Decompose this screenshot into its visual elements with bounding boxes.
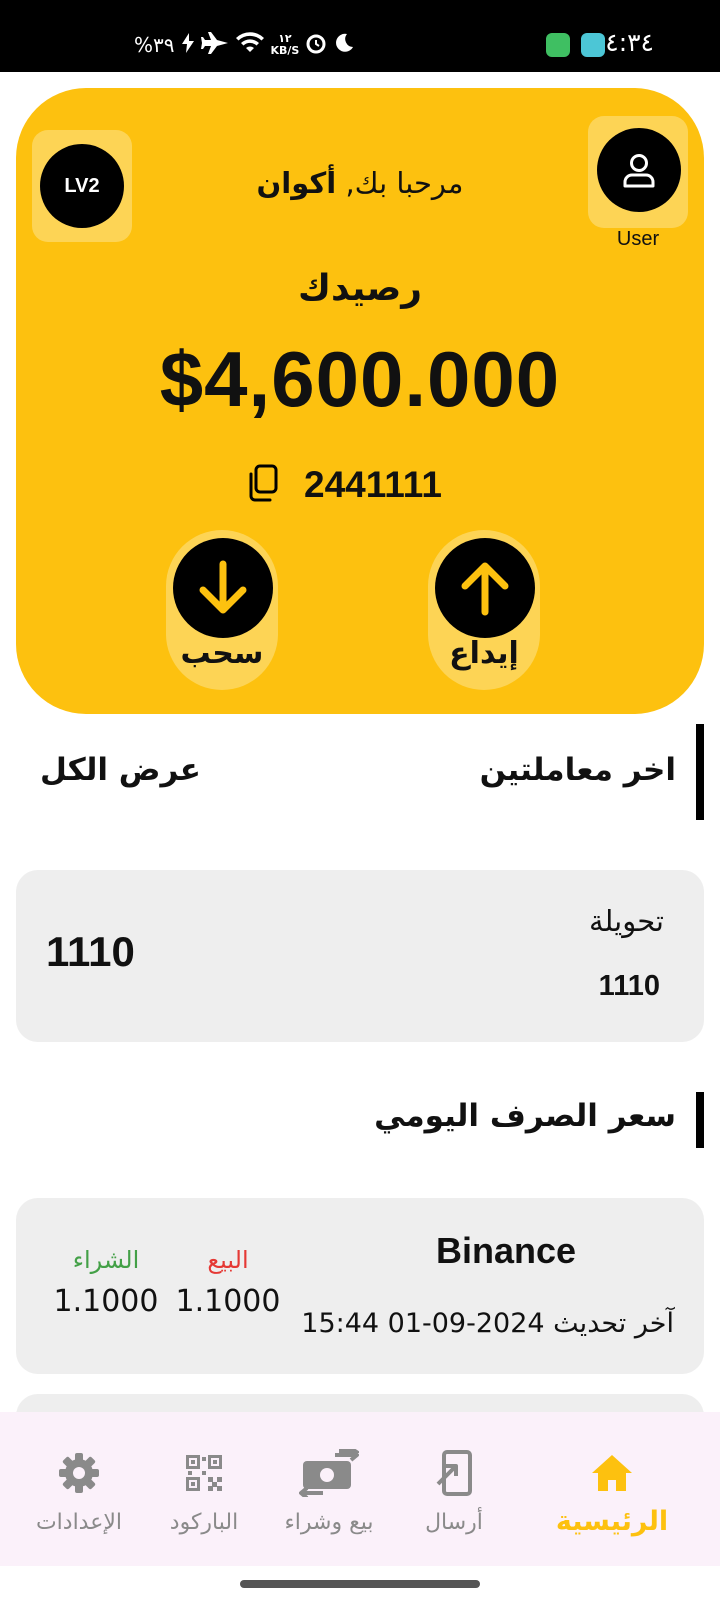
bottom-navigation: الإعدادات الباركود بيع وشراء أرسال الرئي… xyxy=(0,1412,720,1566)
wifi-icon xyxy=(235,31,265,59)
greeting-name: أكوان xyxy=(256,166,337,200)
section-accent-bar xyxy=(696,1092,704,1148)
chat-notification-icon xyxy=(581,33,605,57)
balance-amount: $4,600.000 xyxy=(159,335,561,423)
user-avatar xyxy=(597,128,681,212)
clock: ٤:٣٤ xyxy=(605,28,654,57)
nav-home[interactable]: الرئيسية xyxy=(544,1412,680,1566)
section-accent-bar xyxy=(696,724,704,820)
withdraw-label: سحب xyxy=(180,636,264,671)
account-number-row: 2441111 xyxy=(246,460,442,510)
view-all-link[interactable]: عرض الكل xyxy=(40,752,201,788)
balance-label: رصيدك xyxy=(298,268,422,309)
gear-icon xyxy=(58,1448,100,1498)
greeting: مرحبا بك, أكوان xyxy=(166,166,554,200)
transaction-type: تحويلة xyxy=(589,904,664,938)
nav-buy-sell-label: بيع وشراء xyxy=(284,1510,374,1535)
level-badge: LV2 xyxy=(40,144,124,228)
status-bar: %٣٩ ١٢ KB/S ٤:٣٤ xyxy=(0,0,720,72)
transactions-title: اخر معاملتين xyxy=(479,752,676,788)
arrow-up-icon xyxy=(435,538,535,638)
battery-percent: %٣٩ xyxy=(134,33,175,57)
user-icon xyxy=(623,154,655,188)
last-updated-label: آخر تحديث xyxy=(553,1308,674,1339)
nav-settings[interactable]: الإعدادات xyxy=(16,1412,142,1566)
charging-icon xyxy=(181,32,195,58)
level-badge-container[interactable]: LV2 xyxy=(32,130,132,242)
nav-settings-label: الإعدادات xyxy=(35,1510,123,1535)
buy-value: 1.1000 xyxy=(53,1284,159,1319)
network-speed: ١٢ KB/S xyxy=(271,33,300,57)
network-speed-unit: KB/S xyxy=(270,44,300,57)
alarm-icon xyxy=(305,32,327,59)
deposit-label: إيداع xyxy=(449,636,519,671)
transaction-reference: 1110 xyxy=(598,970,660,1002)
buy-rate: الشراء 1.1000 xyxy=(46,1246,166,1319)
nav-send[interactable]: أرسال xyxy=(392,1412,516,1566)
do-not-disturb-moon-icon xyxy=(333,32,355,59)
nav-barcode-label: الباركود xyxy=(169,1510,239,1535)
sell-value: 1.1000 xyxy=(175,1284,281,1319)
withdraw-button[interactable]: سحب xyxy=(166,530,278,690)
exchange-title: سعر الصرف اليومي xyxy=(374,1098,676,1134)
profile-button[interactable] xyxy=(588,116,688,228)
money-exchange-icon xyxy=(299,1448,359,1498)
status-icons: %٣٩ ١٢ KB/S xyxy=(134,30,355,60)
copy-icon[interactable] xyxy=(246,464,280,506)
last-updated: آخر تحديث 15:44 01-09-2024 xyxy=(301,1308,674,1339)
nav-home-label: الرئيسية xyxy=(555,1506,669,1537)
nav-buy-sell[interactable]: بيع وشراء xyxy=(266,1412,392,1566)
user-label: User xyxy=(616,228,660,250)
last-updated-value: 15:44 01-09-2024 xyxy=(301,1308,545,1339)
nav-barcode[interactable]: الباركود xyxy=(142,1412,266,1566)
home-indicator[interactable] xyxy=(240,1580,480,1588)
arrow-down-icon xyxy=(173,538,273,638)
exchange-rate-card[interactable]: Binance آخر تحديث 15:44 01-09-2024 البيع… xyxy=(16,1198,704,1374)
sell-rate: البيع 1.1000 xyxy=(168,1246,288,1319)
app-notification-icon xyxy=(546,33,570,57)
balance-card: LV2 مرحبا بك, أكوان User رصيدك $4,600.00… xyxy=(16,88,704,714)
transaction-card[interactable]: تحويلة 1110 1110 xyxy=(16,870,704,1042)
buy-label: الشراء xyxy=(72,1246,140,1274)
qr-code-icon xyxy=(184,1448,224,1498)
exchange-name: Binance xyxy=(435,1230,577,1271)
sell-label: البيع xyxy=(207,1246,249,1274)
account-number: 2441111 xyxy=(304,464,442,505)
home-icon xyxy=(590,1448,634,1498)
send-phone-icon xyxy=(434,1448,474,1498)
transaction-amount: 1110 xyxy=(46,928,135,975)
deposit-button[interactable]: إيداع xyxy=(428,530,540,690)
airplane-mode-icon xyxy=(200,31,229,59)
greeting-prefix: مرحبا بك, xyxy=(345,166,464,200)
nav-send-label: أرسال xyxy=(425,1510,483,1535)
